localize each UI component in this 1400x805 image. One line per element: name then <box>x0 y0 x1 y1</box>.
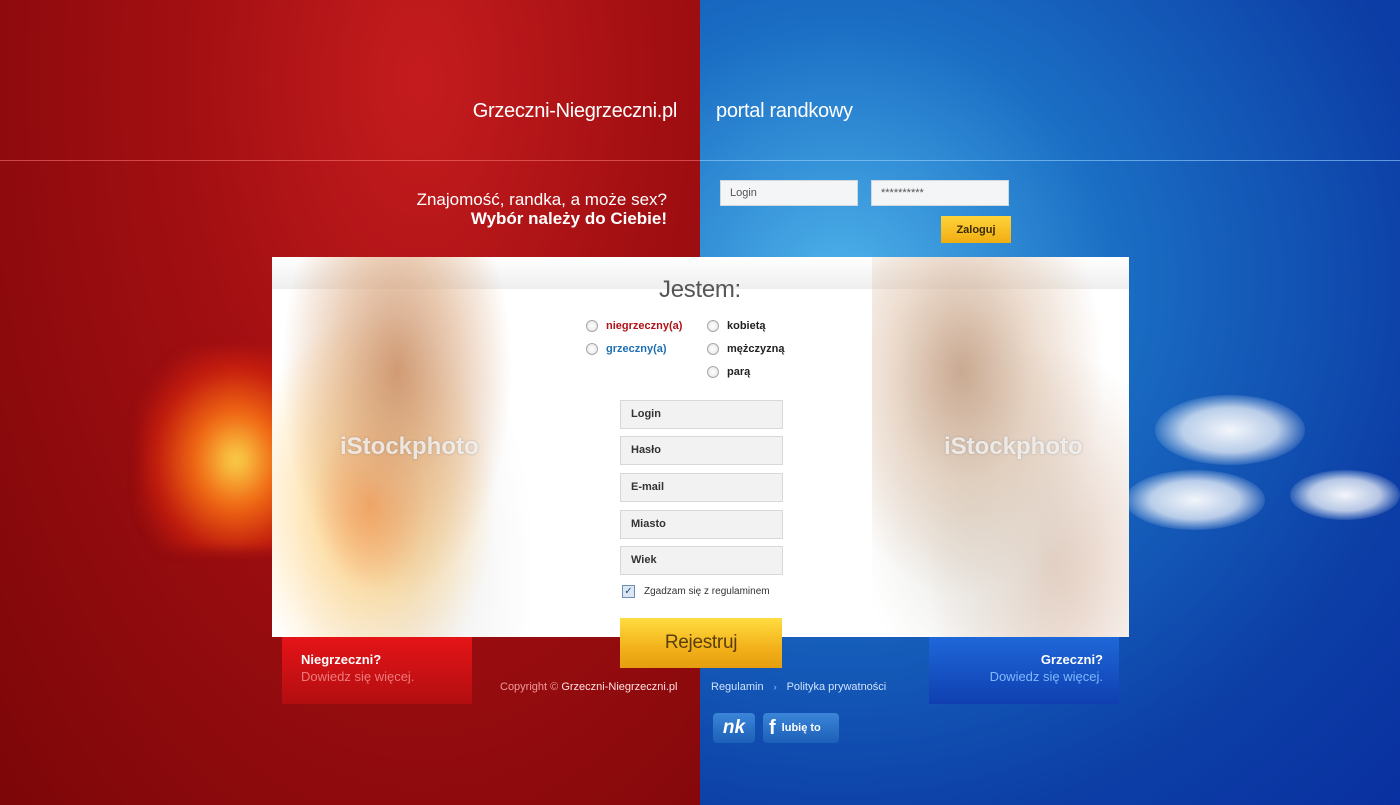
register-button[interactable]: Rejestruj <box>620 618 782 668</box>
promo-grzeczni-link[interactable]: Dowiedz się więcej. <box>945 668 1103 685</box>
radio-label-grzeczny: grzeczny(a) <box>606 343 667 355</box>
nk-share-button[interactable]: nk <box>713 713 755 743</box>
site-subtitle: portal randkowy <box>716 100 853 122</box>
footer-links: Regulamin › Polityka prywatności <box>711 681 886 693</box>
facebook-like-button[interactable]: f lubię to <box>763 713 839 743</box>
footer-link-privacy[interactable]: Polityka prywatności <box>787 681 887 693</box>
header-divider-right <box>700 160 1400 161</box>
tagline-answer: Wybór należy do Ciebie! <box>470 209 667 228</box>
register-password-field[interactable] <box>620 436 783 465</box>
cloud-decoration <box>1155 395 1305 465</box>
radio-button-icon[interactable] <box>586 320 598 332</box>
facebook-icon: f <box>769 716 776 739</box>
radio-label-kobieta: kobietą <box>727 320 766 332</box>
radio-kobieta[interactable]: kobietą <box>707 320 766 332</box>
radio-button-icon[interactable] <box>586 343 598 355</box>
radio-grzeczny[interactable]: grzeczny(a) <box>586 343 667 355</box>
watermark-left: iStockphoto <box>340 433 479 460</box>
radio-button-icon[interactable] <box>707 366 719 378</box>
copyright-prefix: Copyright © <box>500 681 559 693</box>
copyright: Copyright © Grzeczni-Niegrzeczni.pl <box>500 681 677 693</box>
password-input[interactable] <box>871 180 1009 206</box>
terms-checkbox[interactable]: ✓ <box>622 585 635 598</box>
radio-button-icon[interactable] <box>707 343 719 355</box>
facebook-like-label: lubię to <box>781 722 821 734</box>
login-input[interactable] <box>720 180 858 206</box>
radio-button-icon[interactable] <box>707 320 719 332</box>
tagline-question: Znajomość, randka, a może sex? <box>416 190 667 209</box>
register-login-field[interactable] <box>620 400 783 429</box>
terms-agreement[interactable]: ✓ Zgadzam się z regulaminem <box>622 585 770 598</box>
promo-grzeczni[interactable]: Grzeczni? Dowiedz się więcej. <box>929 637 1119 704</box>
register-city-field[interactable] <box>620 510 783 539</box>
watermark-right: iStockphoto <box>944 433 1083 460</box>
separator-chevron-icon: › <box>773 682 777 692</box>
promo-niegrzeczni-title: Niegrzeczni? <box>301 652 382 667</box>
copyright-site-name: Grzeczni-Niegrzeczni.pl <box>561 681 678 693</box>
login-button[interactable]: Zaloguj <box>941 216 1011 243</box>
radio-mezczyzna[interactable]: mężczyzną <box>707 343 784 355</box>
cloud-decoration <box>1125 470 1265 530</box>
site-title[interactable]: Grzeczni-Niegrzeczni.pl <box>473 100 678 123</box>
register-age-field[interactable] <box>620 546 783 575</box>
radio-label-para: parą <box>727 366 751 378</box>
terms-label: Zgadzam się z regulaminem <box>644 586 770 597</box>
promo-niegrzeczni[interactable]: Niegrzeczni? Dowiedz się więcej. <box>282 637 472 704</box>
promo-grzeczni-title: Grzeczni? <box>1040 652 1103 667</box>
radio-label-niegrzeczny: niegrzeczny(a) <box>606 320 683 332</box>
radio-label-mezczyzna: mężczyzną <box>727 343 785 355</box>
footer-link-regulamin[interactable]: Regulamin <box>711 681 764 693</box>
header-divider-left <box>0 160 700 161</box>
register-email-field[interactable] <box>620 473 783 502</box>
radio-para[interactable]: parą <box>707 366 750 378</box>
tagline: Znajomość, randka, a może sex? Wybór nal… <box>417 190 667 228</box>
radio-niegrzeczny[interactable]: niegrzeczny(a) <box>586 320 682 332</box>
registration-heading: Jestem: <box>659 276 741 303</box>
registration-panel: iStockphoto iStockphoto Jestem: niegrzec… <box>272 257 1129 637</box>
cloud-decoration <box>1290 470 1400 520</box>
promo-niegrzeczni-link[interactable]: Dowiedz się więcej. <box>301 668 453 685</box>
